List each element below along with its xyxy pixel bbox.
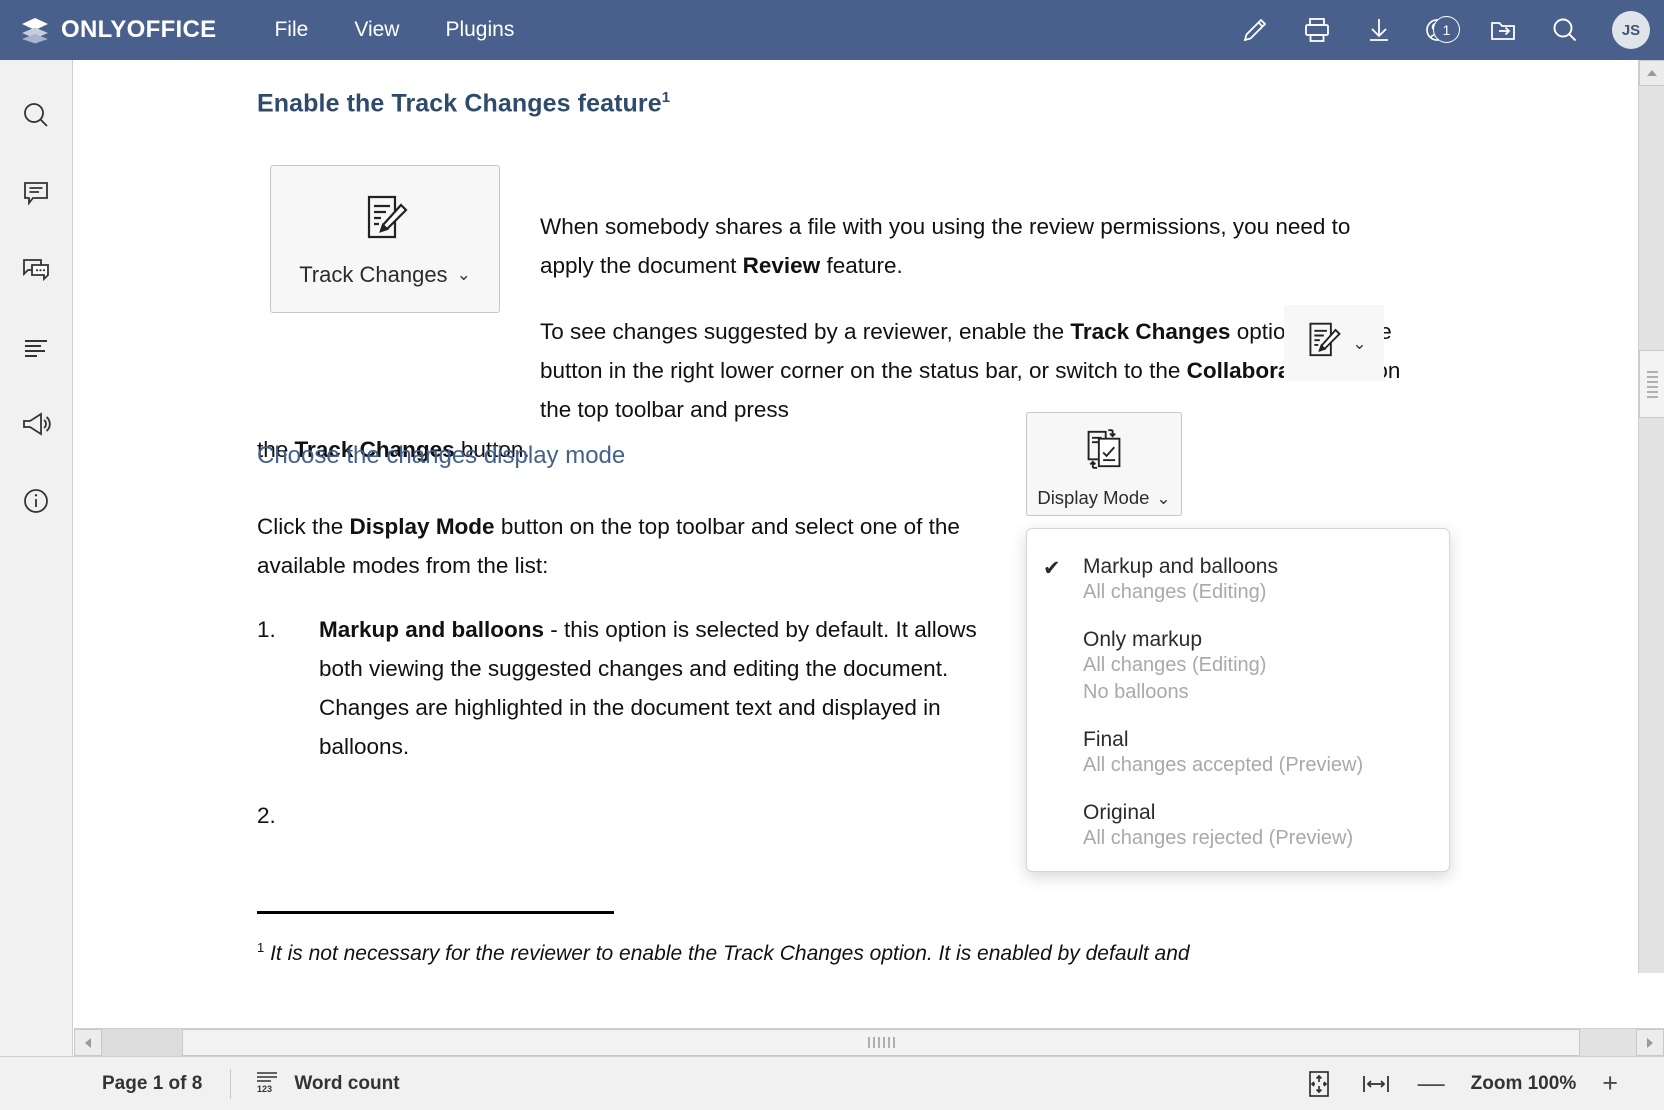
chevron-down-icon: ⌄ bbox=[1352, 333, 1367, 353]
top-toolbar: ONLYOFFICE File View Plugins 1 JS bbox=[0, 0, 1664, 60]
paragraph-review: When somebody shares a file with you usi… bbox=[540, 214, 1351, 278]
list-item: 1. Markup and balloons - this option is … bbox=[257, 610, 977, 766]
dropdown-item-final[interactable]: Final All changes accepted (Preview) bbox=[1027, 728, 1449, 779]
track-changes-icon bbox=[357, 191, 413, 252]
dropdown-item-title: Final bbox=[1083, 728, 1129, 751]
page-title-text: Enable the Track Changes feature bbox=[257, 89, 662, 118]
sidebar-item-headings[interactable] bbox=[16, 327, 56, 367]
menu-item-file[interactable]: File bbox=[272, 14, 310, 46]
zoom-out-button[interactable]: — bbox=[1418, 1070, 1445, 1097]
list-item-text: Markup and balloons - this option is sel… bbox=[319, 617, 977, 759]
check-icon: ✔ bbox=[1043, 557, 1061, 580]
scroll-right-button[interactable] bbox=[1636, 1029, 1664, 1056]
horizontal-scroll-trough[interactable] bbox=[102, 1029, 182, 1056]
footnote: 1 It is not necessary for the reviewer t… bbox=[257, 940, 1457, 966]
dropdown-item-markup-and-balloons[interactable]: ✔ Markup and balloons All changes (Editi… bbox=[1027, 555, 1449, 606]
display-mode-dropdown[interactable]: ✔ Markup and balloons All changes (Editi… bbox=[1026, 528, 1450, 872]
track-changes-icon bbox=[1301, 316, 1345, 371]
page-indicator[interactable]: Page 1 of 8 bbox=[74, 1073, 230, 1095]
print-icon[interactable] bbox=[1300, 13, 1334, 47]
main-menu: File View Plugins bbox=[272, 14, 516, 46]
footnote-number: 1 bbox=[257, 940, 265, 955]
figure-inline-track-changes[interactable]: ⌄ bbox=[1284, 305, 1384, 381]
left-sidebar bbox=[0, 60, 73, 1056]
footnote-ref: 1 bbox=[661, 89, 671, 106]
chevron-down-icon: ⌄ bbox=[456, 265, 471, 284]
top-toolbar-right: 1 JS bbox=[1238, 0, 1650, 60]
word-count-button[interactable]: 123 Word count bbox=[231, 1067, 421, 1101]
svg-text:123: 123 bbox=[257, 1084, 272, 1094]
vertical-scrollbar[interactable] bbox=[1638, 60, 1664, 973]
dropdown-item-title: Original bbox=[1083, 801, 1156, 824]
word-count-label: Word count bbox=[294, 1072, 400, 1094]
horizontal-scrollbar[interactable] bbox=[74, 1028, 1664, 1056]
section-heading-display-mode: Choose the changes display mode bbox=[257, 442, 626, 469]
scroll-left-button[interactable] bbox=[74, 1029, 102, 1056]
dropdown-item-subtitle: All changes (Editing) bbox=[1083, 654, 1267, 676]
list-item-number: 2. bbox=[257, 803, 276, 828]
vertical-scroll-thumb[interactable] bbox=[1639, 350, 1664, 418]
sidebar-item-about[interactable] bbox=[16, 481, 56, 521]
paragraph-display-mode: Click the Display Mode button on the top… bbox=[257, 514, 960, 578]
dropdown-item-subtitle: All changes rejected (Preview) bbox=[1083, 827, 1354, 849]
display-mode-list: 1. Markup and balloons - this option is … bbox=[257, 610, 977, 865]
dropdown-item-subtitle: All changes accepted (Preview) bbox=[1083, 754, 1364, 776]
sidebar-item-feedback[interactable] bbox=[16, 404, 56, 444]
horizontal-scroll-thumb[interactable] bbox=[182, 1029, 1580, 1056]
figure-track-changes-button[interactable]: Track Changes ⌄ bbox=[270, 165, 500, 313]
sidebar-item-chat[interactable] bbox=[16, 250, 56, 290]
download-icon[interactable] bbox=[1362, 13, 1396, 47]
zoom-level[interactable]: Zoom 100% bbox=[1471, 1073, 1577, 1095]
fit-to-page-icon[interactable] bbox=[1304, 1069, 1334, 1099]
list-item-number: 1. bbox=[257, 617, 276, 642]
menu-item-plugins[interactable]: Plugins bbox=[443, 14, 516, 46]
onlyoffice-document-editor: ONLYOFFICE File View Plugins 1 JS Enable… bbox=[0, 0, 1664, 1110]
document-canvas[interactable]: Enable the Track Changes feature1 Track … bbox=[74, 60, 1531, 973]
dropdown-item-original[interactable]: Original All changes rejected (Preview) bbox=[1027, 801, 1449, 852]
status-bar-right: — Zoom 100% + bbox=[1304, 1069, 1664, 1099]
figure-track-changes-label: Track Changes ⌄ bbox=[299, 261, 471, 287]
list-item: 2. bbox=[257, 796, 977, 835]
avatar[interactable]: JS bbox=[1612, 11, 1650, 49]
footnote-text: It is not necessary for the reviewer to … bbox=[270, 942, 1190, 965]
brand[interactable]: ONLYOFFICE bbox=[20, 16, 216, 44]
status-bar: Page 1 of 8 123 Word count — Zoom 100% + bbox=[0, 1056, 1664, 1110]
figure-display-mode-button[interactable]: Display Mode ⌄ bbox=[1026, 412, 1182, 516]
search-icon[interactable] bbox=[1548, 13, 1582, 47]
dropdown-item-subtitle: All changes (Editing) bbox=[1083, 581, 1267, 603]
chevron-down-icon: ⌄ bbox=[1156, 488, 1171, 508]
menu-item-view[interactable]: View bbox=[352, 14, 401, 46]
scroll-up-button[interactable] bbox=[1639, 60, 1664, 86]
grip-icon bbox=[867, 1037, 895, 1048]
dropdown-item-title: Markup and balloons bbox=[1083, 555, 1278, 578]
layers-icon bbox=[20, 16, 50, 44]
display-mode-icon bbox=[1080, 425, 1128, 478]
pencil-icon[interactable] bbox=[1238, 13, 1272, 47]
document-page: Enable the Track Changes feature1 Track … bbox=[74, 60, 1531, 973]
users-icon[interactable]: 1 bbox=[1424, 13, 1460, 47]
grip-icon bbox=[1646, 370, 1658, 398]
collaborators-badge: 1 bbox=[1433, 16, 1460, 43]
page-title: Enable the Track Changes feature1 bbox=[257, 89, 670, 118]
sidebar-item-comments[interactable] bbox=[16, 173, 56, 213]
fit-to-width-icon[interactable] bbox=[1360, 1070, 1392, 1098]
footnote-separator bbox=[257, 911, 614, 914]
dropdown-item-only-markup[interactable]: Only markup All changes (Editing) No bal… bbox=[1027, 628, 1449, 706]
sidebar-item-search[interactable] bbox=[16, 96, 56, 136]
zoom-in-button[interactable]: + bbox=[1602, 1070, 1618, 1097]
word-count-123-icon: 123 bbox=[253, 1067, 281, 1101]
figure-display-mode-label: Display Mode ⌄ bbox=[1037, 487, 1171, 508]
dropdown-item-subtitle-2: No balloons bbox=[1083, 681, 1189, 703]
open-location-icon[interactable] bbox=[1486, 13, 1520, 47]
dropdown-item-title: Only markup bbox=[1083, 628, 1203, 651]
brand-name: ONLYOFFICE bbox=[61, 16, 217, 43]
